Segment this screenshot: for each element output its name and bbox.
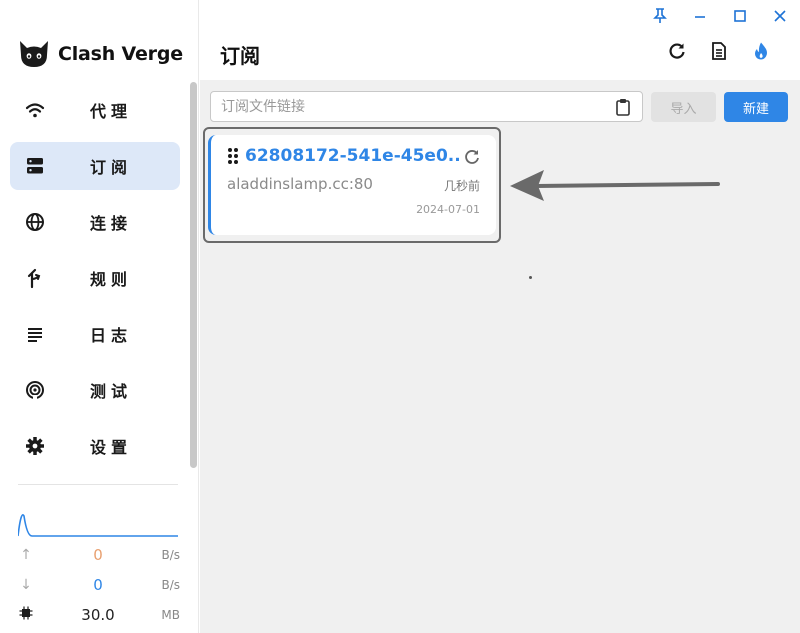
upload-speed: 0 (93, 546, 103, 564)
memory-usage: 30.0 (81, 606, 115, 624)
main-panel: 订阅 导入 新建 62808172-541e-45e0... (200, 0, 800, 633)
sidebar-item-connections[interactable]: 连接 (10, 198, 180, 246)
profile-expire-date: 2024-07-01 (416, 203, 480, 216)
globe-icon (24, 211, 46, 233)
sidebar-item-profiles[interactable]: 订阅 (10, 142, 180, 190)
app-logo: Clash Verge (18, 38, 183, 70)
app-name: Clash Verge (58, 43, 183, 65)
arrow-down-icon: ↓ (20, 577, 32, 593)
sidebar-item-test[interactable]: 测试 (10, 366, 180, 414)
subscription-url-input[interactable] (210, 91, 643, 122)
profile-name: 62808172-541e-45e0... (245, 146, 460, 166)
document-icon (712, 42, 726, 60)
sidebar-item-proxies[interactable]: 代理 (10, 86, 180, 134)
pin-icon (653, 8, 667, 23)
profile-card[interactable]: 62808172-541e-45e0... aladdinslamp.cc:80… (208, 135, 496, 235)
close-icon (774, 10, 786, 22)
drag-handle-icon[interactable] (227, 147, 239, 165)
sidebar-item-rules[interactable]: 规则 (10, 254, 180, 302)
import-button[interactable]: 导入 (651, 92, 716, 122)
maximize-icon (734, 10, 746, 22)
wifi-icon (24, 99, 46, 121)
profile-updated-time: 几秒前 (443, 179, 480, 193)
maximize-button[interactable] (728, 6, 752, 26)
refresh-icon (669, 43, 685, 59)
stray-dot (529, 276, 532, 279)
pin-button[interactable] (648, 6, 672, 26)
sidebar-item-settings[interactable]: 设置 (10, 422, 180, 470)
fire-icon (755, 42, 767, 60)
arrow-up-icon: ↑ (20, 547, 32, 563)
memory-unit: MB (161, 608, 180, 622)
memory-row: 30.0 MB (18, 606, 180, 624)
sidebar-item-label: 订阅 (90, 158, 133, 177)
memory-chip-icon (18, 606, 34, 624)
upload-unit: B/s (161, 548, 180, 562)
page-title: 订阅 (220, 44, 260, 68)
hot-update-button[interactable] (750, 40, 772, 62)
fork-icon (24, 267, 46, 289)
refresh-icon (465, 150, 479, 164)
divider (18, 484, 178, 485)
lines-icon (24, 323, 46, 345)
download-speed: 0 (93, 576, 103, 594)
profile-refresh-button[interactable] (463, 148, 481, 166)
refresh-all-button[interactable] (666, 40, 688, 62)
sidebar-item-logs[interactable]: 日志 (10, 310, 180, 358)
download-unit: B/s (161, 578, 180, 592)
header-bar: 订阅 (200, 0, 800, 80)
dns-icon (24, 155, 46, 177)
sidebar-item-label: 代理 (90, 102, 133, 121)
paste-button[interactable] (614, 97, 632, 117)
upload-row: ↑ 0 B/s (18, 546, 180, 564)
gear-icon (24, 435, 46, 457)
minimize-icon (695, 16, 705, 18)
sidebar-scrollbar[interactable] (190, 82, 197, 468)
cat-logo-icon (20, 41, 48, 67)
sidebar-item-label: 规则 (90, 270, 133, 289)
sidebar-item-label: 日志 (90, 326, 133, 345)
view-files-button[interactable] (708, 40, 730, 62)
clipboard-icon (616, 99, 630, 116)
new-profile-button[interactable]: 新建 (724, 92, 788, 122)
minimize-button[interactable] (688, 6, 712, 26)
traffic-graph (18, 514, 178, 537)
download-row: ↓ 0 B/s (18, 576, 180, 594)
sidebar-item-label: 测试 (90, 382, 133, 401)
profile-host: aladdinslamp.cc:80 (227, 175, 373, 193)
radar-icon (24, 379, 46, 401)
sidebar-nav: 代理 订阅 连接 规则 日志 测试 设置 (10, 86, 180, 478)
sidebar: Clash Verge 代理 订阅 连接 规则 日志 测试 设置 ↑ 0 B/s… (0, 0, 199, 633)
close-button[interactable] (768, 6, 792, 26)
sidebar-item-label: 连接 (90, 214, 133, 233)
annotation-arrow-icon (510, 170, 720, 201)
app-window: Clash Verge 代理 订阅 连接 规则 日志 测试 设置 ↑ 0 B/s… (0, 0, 800, 633)
sidebar-item-label: 设置 (90, 438, 133, 457)
